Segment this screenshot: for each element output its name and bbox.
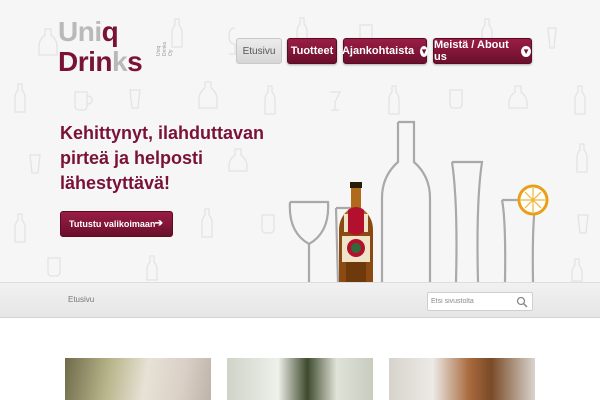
nav-news-label: Ajankohtaista (341, 45, 415, 57)
headline-line-2: pirteä ja helposti (60, 148, 204, 168)
arrow-right-icon: ➔ (154, 218, 163, 229)
search-icon[interactable] (516, 296, 528, 308)
hero-section: Uniq Drinks Uniq Drinks Oy Etusivu Tuott… (0, 0, 600, 282)
thumbnail-decoration[interactable] (389, 358, 535, 400)
search-box (427, 292, 533, 311)
logo-subtitle: Uniq Drinks Oy (156, 41, 174, 56)
pint-glass-outline (450, 160, 484, 282)
chevron-down-icon: ▼ (420, 45, 429, 57)
beer-bottle-image (339, 182, 373, 282)
nav-home-label: Etusivu (242, 45, 276, 57)
thumbnail-table-drinks[interactable] (227, 358, 373, 400)
thumbnail-wine-bottles[interactable] (65, 358, 211, 400)
nav-about-label: Meistä / About us (434, 39, 509, 63)
nav-about-button[interactable]: Meistä / About us ▼ (433, 38, 532, 64)
logo-line-1: Uniq (58, 16, 119, 47)
glassware-illustration (288, 120, 549, 282)
chevron-down-icon: ▼ (521, 45, 531, 57)
headline-line-3: lähestyttävä! (60, 173, 171, 193)
breadcrumb-bar: Etusivu (0, 282, 600, 318)
cta-label: Tutustu valikoimaan (69, 219, 156, 229)
logo-line-2: Drinks (58, 46, 143, 77)
tall-bottle-outline (380, 120, 432, 282)
nav-products-button[interactable]: Tuotteet (287, 38, 337, 64)
wine-glass-outline (288, 200, 330, 282)
nav-products-label: Tuotteet (290, 45, 334, 57)
search-input[interactable] (431, 294, 515, 309)
headline-line-1: Kehittynyt, ilahduttavan (60, 123, 265, 143)
nav-home-button[interactable]: Etusivu (236, 38, 282, 64)
browse-selection-button[interactable]: Tutustu valikoimaan ➔ (60, 211, 173, 237)
logo[interactable]: Uniq Drinks Uniq Drinks Oy (58, 16, 174, 80)
breadcrumb[interactable]: Etusivu (68, 295, 94, 304)
lemon-slice-icon (517, 184, 549, 216)
nav-news-button[interactable]: Ajankohtaista ▼ (341, 38, 429, 64)
hero-headline: Kehittynyt, ilahduttavan pirteä ja helpo… (60, 121, 290, 196)
